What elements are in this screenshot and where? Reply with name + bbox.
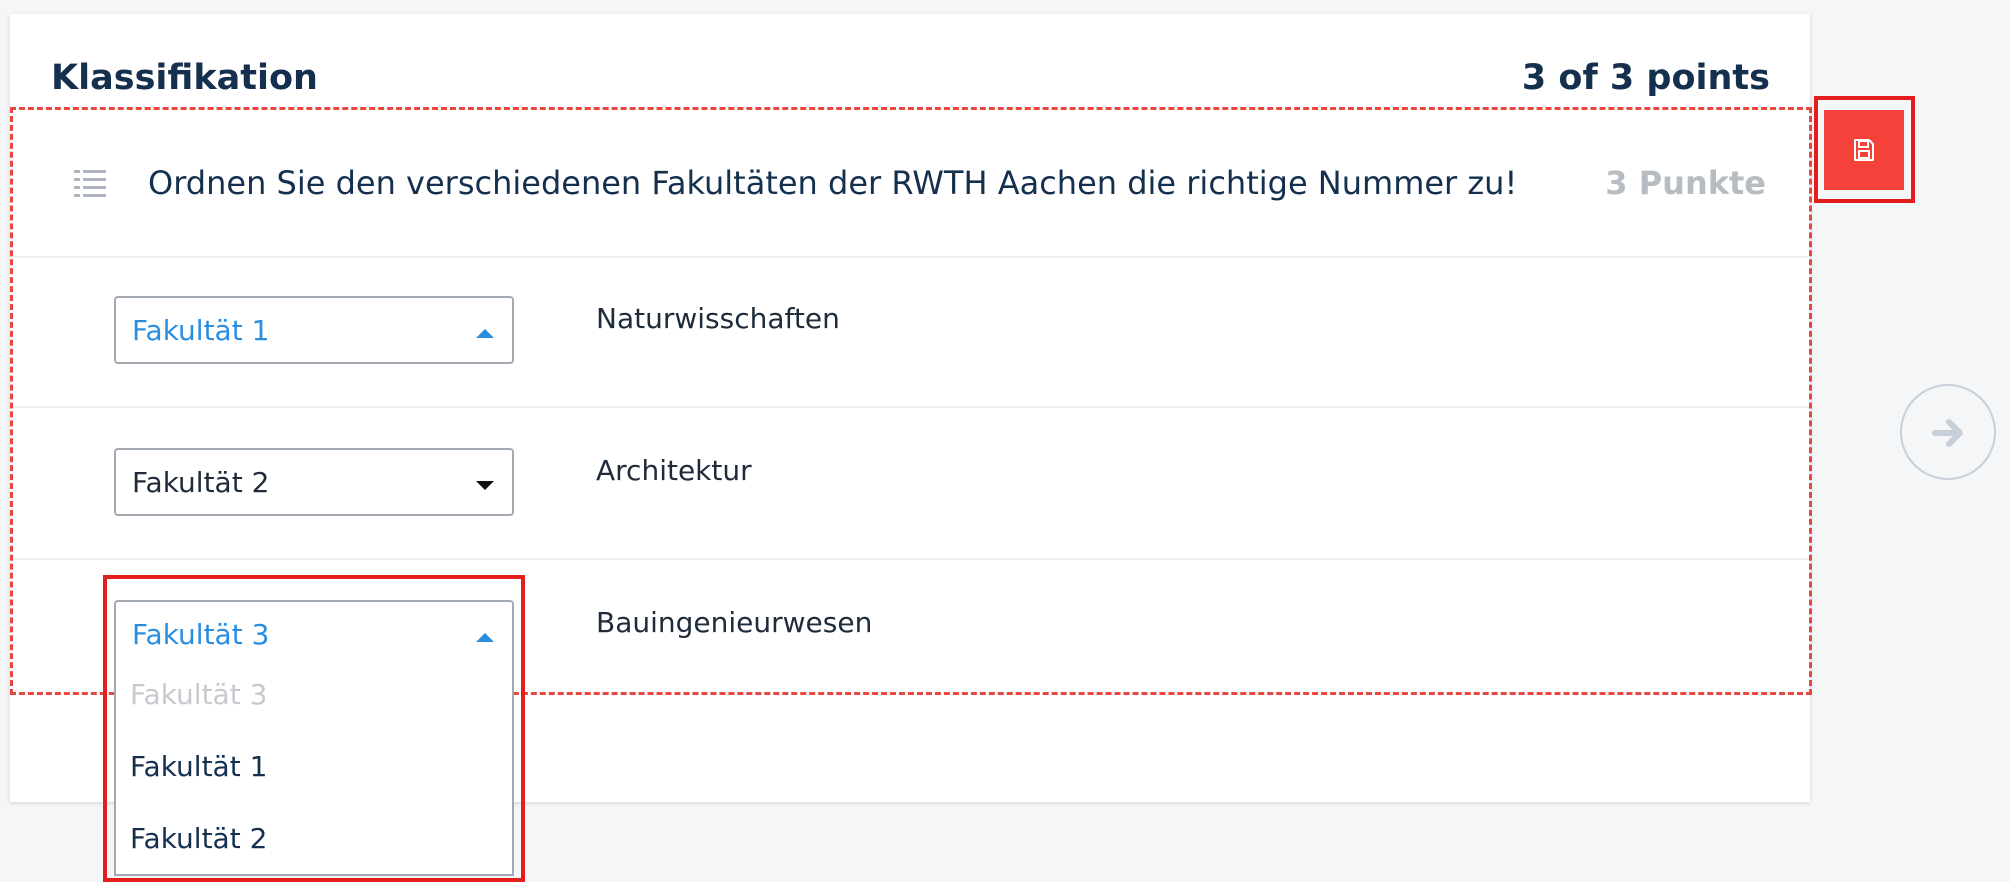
faculty-dropdown-menu: Fakultät 3 Fakultät 1 Fakultät 2 [114, 658, 514, 876]
floppy-disk-icon [1854, 139, 1874, 161]
caret-down-icon [476, 481, 494, 490]
row-label-1: Naturwisschaften [596, 302, 840, 335]
question-points: 3 Punkte [1605, 164, 1766, 202]
faculty-select-1[interactable]: Fakultät 1 [114, 296, 514, 364]
next-button[interactable] [1900, 384, 1996, 480]
select-value: Fakultät 3 [132, 618, 270, 651]
arrow-right-icon [1932, 419, 1963, 447]
classification-row-2: Fakultät 2 Architektur [10, 408, 1810, 560]
dropdown-option-fakultaet-1[interactable]: Fakultät 1 [130, 750, 267, 783]
row-label-2: Architektur [596, 454, 752, 487]
card-points: 3 of 3 points [1521, 58, 1770, 98]
select-value: Fakultät 2 [132, 466, 270, 499]
caret-up-icon [476, 633, 494, 642]
faculty-select-2[interactable]: Fakultät 2 [114, 448, 514, 516]
classification-row-1: Fakultät 1 Naturwisschaften [10, 256, 1810, 408]
list-icon [74, 170, 106, 197]
question-text: Ordnen Sie den verschiedenen Fakultäten … [148, 164, 1518, 202]
card-title: Klassifikation [51, 58, 318, 98]
save-button[interactable] [1824, 110, 1904, 190]
dropdown-option-fakultaet-2[interactable]: Fakultät 2 [130, 822, 267, 855]
question-header: Ordnen Sie den verschiedenen Fakultäten … [10, 106, 1810, 258]
select-value: Fakultät 1 [132, 314, 270, 347]
row-label-3: Bauingenieurwesen [596, 606, 873, 639]
dropdown-option-placeholder: Fakultät 3 [130, 678, 268, 711]
caret-up-icon [476, 329, 494, 338]
